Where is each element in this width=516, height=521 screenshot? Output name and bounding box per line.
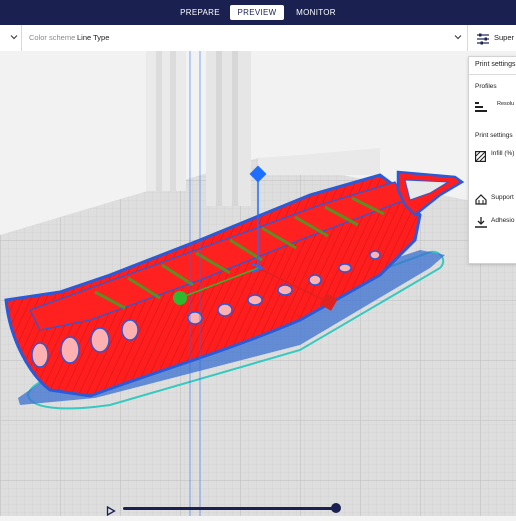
3d-viewport[interactable] — [0, 51, 516, 516]
adhesion-label: Adhesio — [491, 217, 515, 224]
toolbar-divider — [467, 25, 468, 51]
print-settings-panel: Print settings Profiles Resolu Print set… — [468, 56, 516, 264]
printer-frame-left — [146, 51, 186, 191]
panel-divider — [469, 74, 516, 75]
simulation-slider-track[interactable] — [123, 507, 336, 510]
toolbar-divider — [21, 25, 22, 51]
simulation-slider-handle[interactable] — [331, 503, 341, 513]
print-settings-section-label: Print settings — [475, 132, 513, 139]
support-label: Support — [491, 194, 514, 201]
tab-prepare[interactable]: PREPARE — [176, 5, 224, 20]
tab-monitor[interactable]: MONITOR — [292, 5, 340, 20]
profiles-label: Profiles — [475, 83, 497, 90]
stage-menu: PREPARE PREVIEW MONITOR — [0, 0, 516, 25]
play-icon[interactable] — [106, 503, 116, 517]
panel-title: Print settings — [475, 61, 516, 68]
printer-frame-right — [206, 51, 251, 206]
chevron-down-icon[interactable] — [8, 31, 20, 43]
chevron-down-icon[interactable] — [452, 31, 464, 43]
adhesion-icon — [475, 215, 487, 233]
printer-frame-right-rib — [232, 51, 238, 206]
view-toolbar: Color scheme Line Type Super Q — [0, 25, 516, 52]
infill-label: Infill (%) — [491, 150, 515, 157]
printer-frame-left-rib — [156, 51, 162, 191]
x-axis-handle[interactable] — [173, 291, 187, 305]
profile-resolution-value[interactable]: Resolu — [497, 101, 514, 107]
printer-frame-left-rib — [170, 51, 176, 191]
print-settings-icon[interactable] — [476, 32, 490, 45]
color-scheme-dropdown[interactable]: Line Type — [77, 33, 109, 42]
print-settings-summary[interactable]: Super Q — [494, 33, 516, 42]
tab-preview[interactable]: PREVIEW — [230, 5, 284, 20]
infill-icon — [475, 149, 487, 167]
printer-frame-right-rib — [216, 51, 222, 206]
color-scheme-label: Color scheme — [29, 33, 76, 42]
profile-icon — [475, 99, 487, 117]
support-icon — [475, 192, 487, 210]
